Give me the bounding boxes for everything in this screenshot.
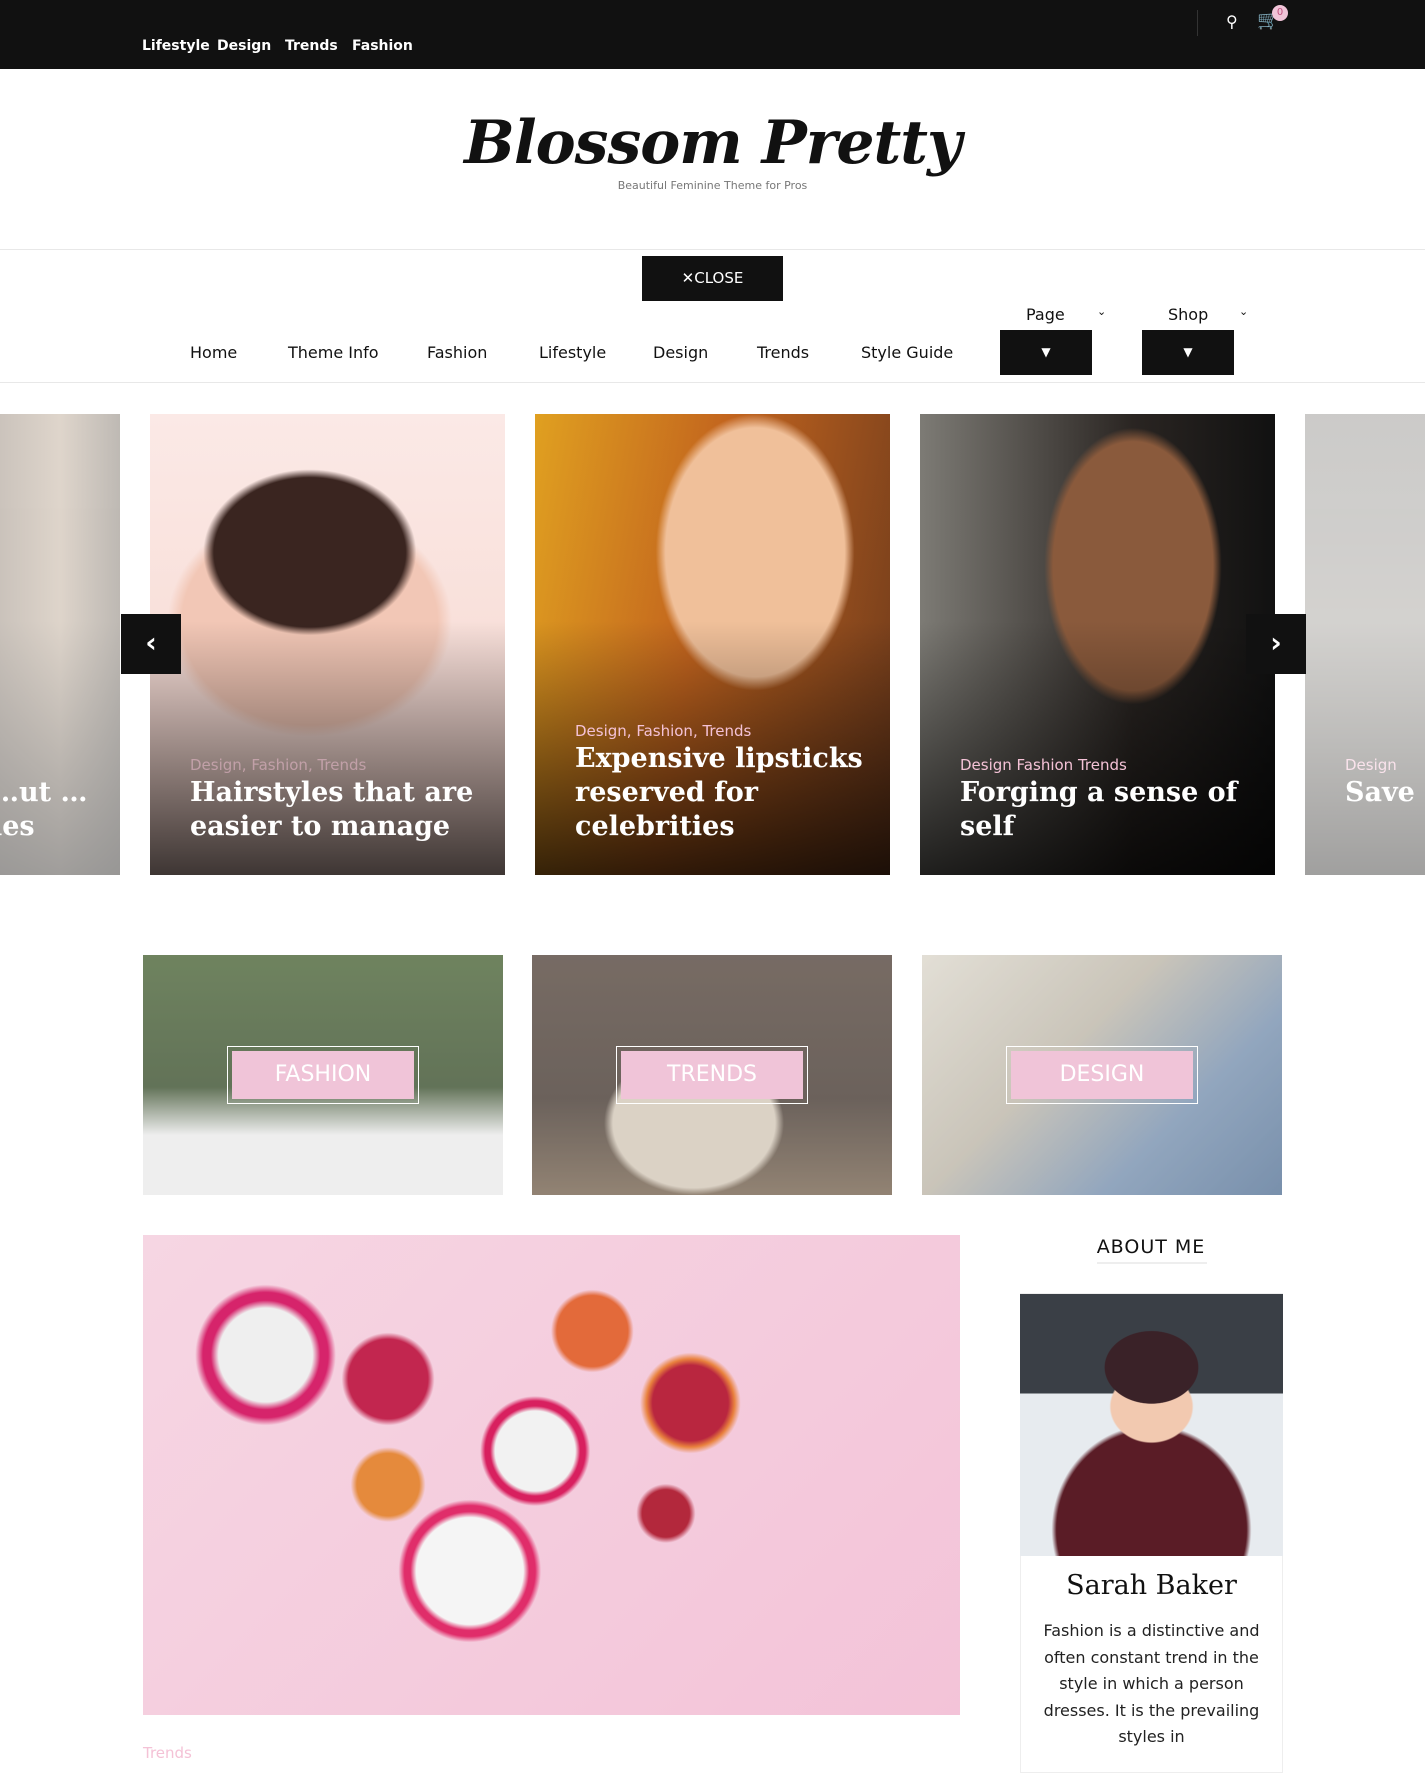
slide-categories[interactable]: Design Fashion Trends [960,756,1127,774]
slide-title[interactable]: Expensive lipsticks reserved for celebri… [575,742,870,844]
chevron-down-icon: ⌄ [1097,305,1107,318]
slide-card[interactable]: Design, Fashion, Trends Expensive lipsti… [535,414,890,875]
nav-design[interactable]: Design [653,343,708,362]
nav-shop[interactable]: Shop [1168,305,1208,324]
top-bar [0,0,1425,69]
divider [1097,1262,1207,1264]
slide-card[interactable]: Design Fashion Trends Forging a sense of… [920,414,1275,875]
about-name: Sarah Baker [1066,1570,1237,1601]
page-submenu-toggle[interactable]: ▼ [1000,330,1092,375]
slide-title[interactable]: …ut …les [0,776,100,844]
slide-categories[interactable]: Design, Fashion, Trends [190,756,366,774]
divider [0,249,1425,250]
nav-trends[interactable]: Trends [757,343,809,362]
close-menu-button[interactable]: ✕CLOSE [642,256,783,301]
divider [1197,10,1198,36]
top-link-lifestyle[interactable]: Lifestyle [142,38,210,54]
about-text: Fashion is a distinctive and often const… [1043,1621,1260,1746]
slide-card[interactable]: …ut …les [0,414,120,875]
top-link-design[interactable]: Design [217,38,271,54]
site-logo[interactable]: Blossom Pretty [0,108,1425,178]
top-link-fashion[interactable]: Fashion [352,38,413,54]
featured-post-category[interactable]: Trends [143,1744,192,1762]
category-label[interactable]: TRENDS [621,1051,803,1099]
about-heading: ABOUT ME [1096,1236,1206,1258]
slide-categories[interactable]: Design, Fashion, Trends [575,722,751,740]
slide-card[interactable]: Design Save lo… Trend… [1305,414,1425,875]
cart-count-badge: 0 [1272,5,1288,21]
category-box-fashion[interactable]: FASHION [143,955,503,1195]
nav-page[interactable]: Page [1026,305,1065,324]
slider-next-button[interactable]: › [1246,614,1306,674]
slide-categories[interactable]: Design [1345,756,1397,774]
category-box-design[interactable]: DESIGN [922,955,1282,1195]
divider [0,382,1425,383]
featured-post-image[interactable] [143,1235,960,1715]
nav-theme-info[interactable]: Theme Info [288,343,379,362]
chevron-down-icon: ▼ [1183,345,1193,359]
slide-title[interactable]: Save lo… Trend… [1345,776,1425,810]
category-label[interactable]: FASHION [232,1051,414,1099]
category-label[interactable]: DESIGN [1011,1051,1193,1099]
chevron-down-icon: ⌄ [1239,305,1249,318]
shop-submenu-toggle[interactable]: ▼ [1142,330,1234,375]
slider-prev-button[interactable]: ‹ [121,614,181,674]
site-tagline: Beautiful Feminine Theme for Pros [617,179,808,192]
search-icon[interactable]: ⚲ [1226,12,1238,31]
nav-style-guide[interactable]: Style Guide [861,343,953,362]
slide-card[interactable]: Design, Fashion, Trends Hairstyles that … [150,414,505,875]
top-link-trends[interactable]: Trends [285,38,338,54]
slide-title[interactable]: Forging a sense of self [960,776,1255,844]
chevron-left-icon: ‹ [145,626,157,659]
nav-lifestyle[interactable]: Lifestyle [539,343,606,362]
nav-home[interactable]: Home [190,343,237,362]
about-photo [1020,1294,1283,1556]
category-box-trends[interactable]: TRENDS [532,955,892,1195]
chevron-right-icon: › [1270,626,1282,659]
nav-fashion[interactable]: Fashion [427,343,487,362]
slide-title[interactable]: Hairstyles that are easier to manage [190,776,485,844]
chevron-down-icon: ▼ [1041,345,1051,359]
